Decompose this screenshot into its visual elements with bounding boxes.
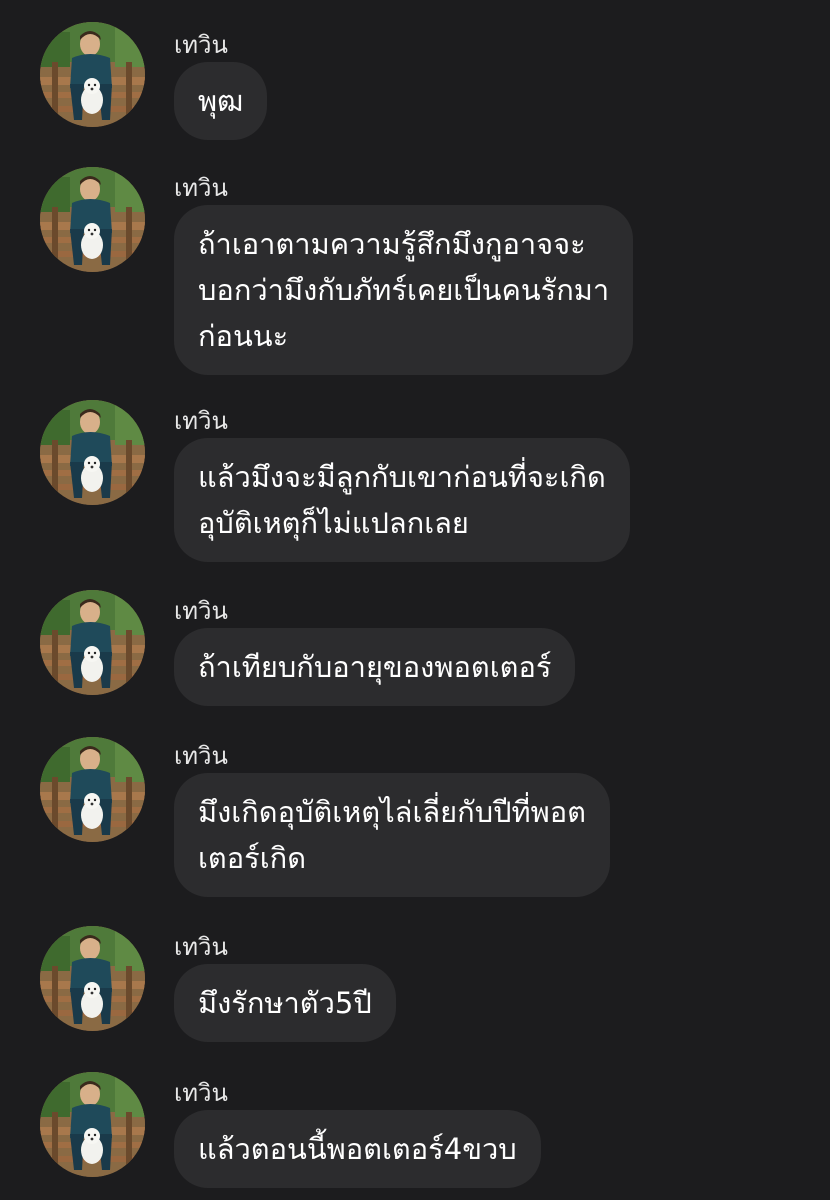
avatar[interactable]: [40, 737, 145, 842]
message-bubble[interactable]: แล้วตอนนี้พอตเตอร์4ขวบ: [174, 1110, 541, 1188]
avatar[interactable]: [40, 590, 145, 695]
message-bubble[interactable]: มึงเกิดอุบัติเหตุไล่เลี่ยกับปีที่พอต เตอ…: [174, 773, 610, 897]
sender-name: เทวิน: [174, 933, 228, 961]
avatar-photo: [40, 22, 145, 127]
sender-name: เทวิน: [174, 597, 228, 625]
avatar[interactable]: [40, 1072, 145, 1177]
message-bubble[interactable]: ถ้าเทียบกับอายุของพอตเตอร์: [174, 628, 576, 706]
avatar-photo: [40, 590, 145, 695]
avatar-photo: [40, 400, 145, 505]
message-bubble[interactable]: แล้วมึงจะมีลูกกับเขาก่อนที่จะเกิด อุบัติ…: [174, 438, 630, 562]
avatar[interactable]: [40, 400, 145, 505]
sender-name: เทวิน: [174, 1079, 228, 1107]
sender-name: เทวิน: [174, 174, 228, 202]
message-bubble[interactable]: ถ้าเอาตามความรู้สึกมึงกูอาจจะ บอกว่ามึงก…: [174, 205, 634, 375]
avatar-photo: [40, 1072, 145, 1177]
avatar-photo: [40, 737, 145, 842]
sender-name: เทวิน: [174, 742, 228, 770]
avatar-photo: [40, 926, 145, 1031]
avatar-photo: [40, 167, 145, 272]
message-bubble[interactable]: พุฒ: [174, 62, 268, 140]
avatar[interactable]: [40, 926, 145, 1031]
message-bubble[interactable]: มึงรักษาตัว5ปี: [174, 964, 396, 1042]
avatar[interactable]: [40, 22, 145, 127]
sender-name: เทวิน: [174, 407, 228, 435]
avatar[interactable]: [40, 167, 145, 272]
sender-name: เทวิน: [174, 31, 228, 59]
